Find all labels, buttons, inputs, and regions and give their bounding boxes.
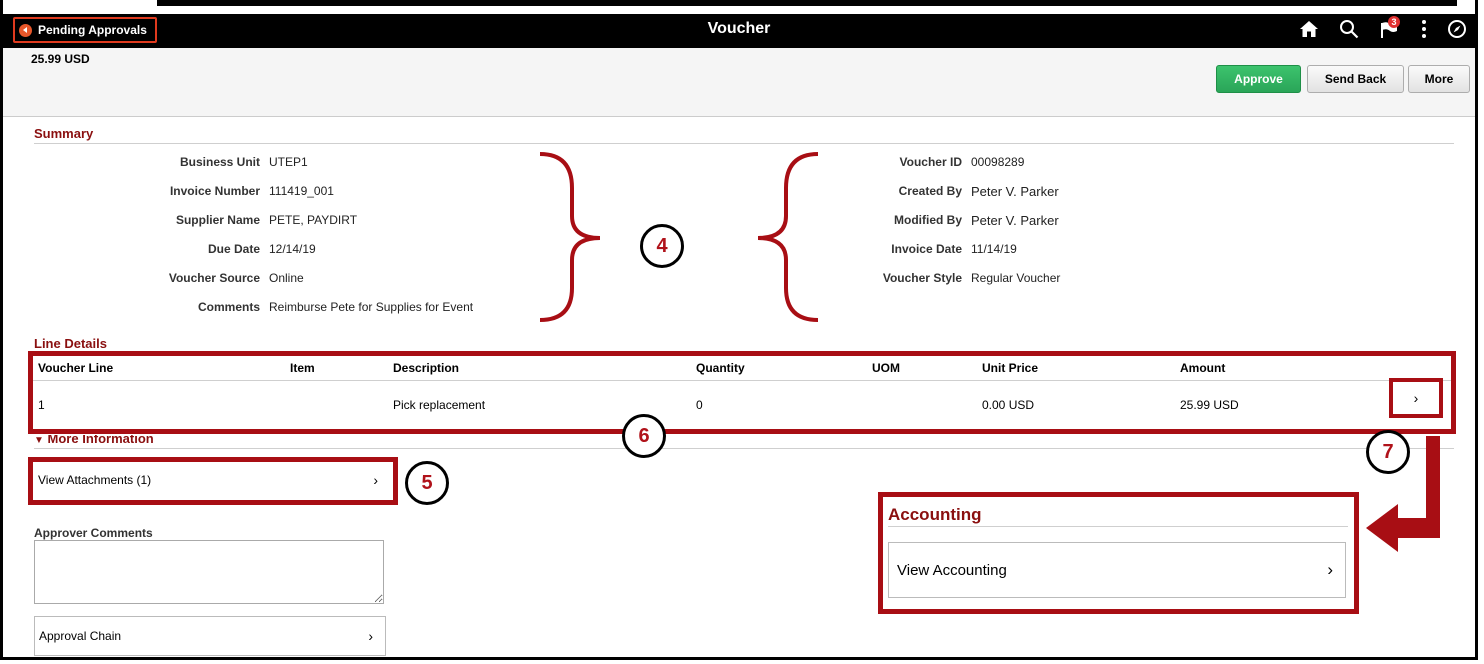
notification-count-badge: 3 — [1388, 15, 1400, 28]
approval-chain-button[interactable]: Approval Chain › — [34, 616, 386, 656]
cell-voucher-line: 1 — [38, 398, 45, 412]
page-title: Voucher — [707, 20, 771, 37]
callout-4: 4 — [640, 224, 684, 268]
app-header: Pending Approvals Voucher 3 — [3, 14, 1475, 48]
accounting-section-title: Accounting — [888, 505, 982, 524]
send-back-button[interactable]: Send Back — [1307, 65, 1404, 93]
chevron-right-icon: › — [373, 472, 378, 488]
voucher-total-amount: 25.99 USD — [31, 52, 90, 66]
col-uom: UOM — [872, 361, 900, 375]
col-quantity: Quantity — [696, 361, 745, 375]
summary-section-title: Summary — [34, 126, 94, 141]
line-header-divider — [33, 380, 1451, 381]
back-button-label: Pending Approvals — [38, 23, 147, 37]
cell-amount: 25.99 USD — [1180, 398, 1239, 412]
notifications-flag-icon[interactable]: 3 — [1379, 15, 1401, 44]
view-accounting-button[interactable]: View Accounting › — [888, 542, 1346, 598]
invoice-date-value: 11/14/19 — [971, 242, 1017, 256]
more-options-icon[interactable] — [1421, 19, 1427, 44]
modified-by-value: Peter V. Parker — [971, 213, 1059, 228]
voucher-source-label: Voucher Source — [168, 271, 260, 285]
approval-chain-label: Approval Chain — [39, 629, 122, 643]
home-icon[interactable] — [1299, 20, 1319, 43]
approve-button[interactable]: Approve — [1216, 65, 1301, 93]
more-info-divider — [34, 448, 1454, 449]
chevron-right-icon: › — [368, 628, 373, 644]
comments-value: Reimburse Pete for Supplies for Event — [269, 300, 474, 314]
pending-approvals-back-button[interactable]: Pending Approvals — [13, 17, 157, 43]
right-brace-annotation — [539, 152, 601, 322]
voucher-source-value: Online — [269, 271, 304, 285]
left-brace-annotation — [757, 152, 819, 322]
header-actions: 3 — [1299, 15, 1467, 46]
voucher-style-value: Regular Voucher — [971, 271, 1061, 285]
voucher-id-value: 00098289 — [971, 155, 1025, 169]
col-voucher-line: Voucher Line — [38, 361, 114, 375]
approver-comments-textarea[interactable] — [34, 540, 384, 604]
voucher-amount-bar: 25.99 USD Approve Send Back More — [3, 48, 1475, 117]
business-unit-label: Business Unit — [179, 155, 260, 169]
view-attachments-label: View Attachments (1) — [38, 473, 152, 487]
due-date-label: Due Date — [207, 242, 260, 256]
cell-description: Pick replacement — [393, 398, 486, 412]
line-detail-open-button[interactable]: › — [1389, 378, 1443, 418]
back-arrow-icon — [19, 23, 32, 37]
supplier-name-label: Supplier Name — [175, 213, 260, 227]
navigator-compass-icon[interactable] — [1447, 19, 1467, 44]
view-attachments-button[interactable]: View Attachments (1) › — [34, 462, 390, 498]
cell-quantity: 0 — [696, 398, 703, 412]
view-accounting-label: View Accounting — [897, 561, 1007, 579]
cell-unit-price: 0.00 USD — [982, 398, 1035, 412]
summary-divider — [34, 143, 1454, 144]
col-unit-price: Unit Price — [982, 361, 1039, 375]
chevron-right-icon: › — [1413, 390, 1419, 406]
invoice-number-label: Invoice Number — [169, 184, 260, 198]
search-icon[interactable] — [1339, 19, 1359, 44]
col-item: Item — [290, 361, 315, 375]
col-amount: Amount — [1180, 361, 1226, 375]
callout-5: 5 — [405, 461, 449, 505]
callout-7: 7 — [1366, 430, 1410, 474]
due-date-value: 12/14/19 — [269, 242, 316, 256]
caret-down-icon: ▼ — [34, 435, 44, 446]
chevron-right-icon: › — [1327, 560, 1333, 579]
business-unit-value: UTEP1 — [269, 155, 308, 169]
line-details-section-title: Line Details — [34, 336, 107, 351]
more-button[interactable]: More — [1408, 65, 1470, 93]
supplier-name-value: PETE, PAYDIRT — [269, 213, 358, 227]
created-by-value: Peter V. Parker — [971, 184, 1059, 199]
invoice-number-value: 111419_001 — [269, 184, 334, 198]
col-description: Description — [393, 361, 460, 375]
accounting-divider — [888, 526, 1348, 527]
approver-comments-label: Approver Comments — [34, 526, 153, 540]
comments-label: Comments — [197, 300, 260, 314]
callout-6: 6 — [622, 414, 666, 458]
